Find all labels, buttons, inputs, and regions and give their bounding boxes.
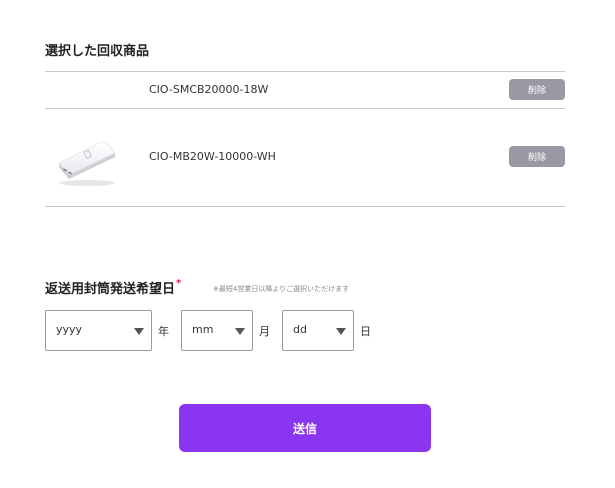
return-date-label-text: 返送用封筒発送希望日 [45,282,176,297]
selected-items-title: 選択した回収商品 [45,44,150,59]
year-unit-label: 年 [158,325,169,338]
divider [45,206,565,207]
required-mark: * [176,278,182,289]
year-select[interactable]: yyyy [45,310,152,351]
month-select-value: mm [192,323,214,336]
item-name: CIO-SMCB20000-18W [149,83,269,96]
dropdown-arrow-icon [134,328,144,335]
delete-button[interactable]: 削除 [509,146,565,167]
item-name: CIO-MB20W-10000-WH [149,150,276,163]
month-unit-label: 月 [259,325,270,338]
product-image [53,123,121,191]
day-select-value: dd [293,323,307,336]
year-select-value: yyyy [56,323,83,336]
submit-button[interactable]: 送信 [179,404,431,452]
return-date-label: 返送用封筒発送希望日* [45,278,181,297]
return-request-form: 選択した回収商品 CIO-SMCB20000-18W 削除 CIO-MB20W-… [0,0,615,488]
list-item: CIO-SMCB20000-18W 削除 [45,72,565,108]
dropdown-arrow-icon [235,328,245,335]
delete-button[interactable]: 削除 [509,79,565,100]
day-unit-label: 日 [360,325,371,338]
dropdown-arrow-icon [336,328,346,335]
month-select[interactable]: mm [181,310,253,351]
power-bank-icon [58,141,116,186]
return-date-note: ※最短4営業日以降よりご選択いただけます [213,285,350,293]
list-item: CIO-MB20W-10000-WH 削除 [45,109,565,206]
day-select[interactable]: dd [282,310,354,351]
